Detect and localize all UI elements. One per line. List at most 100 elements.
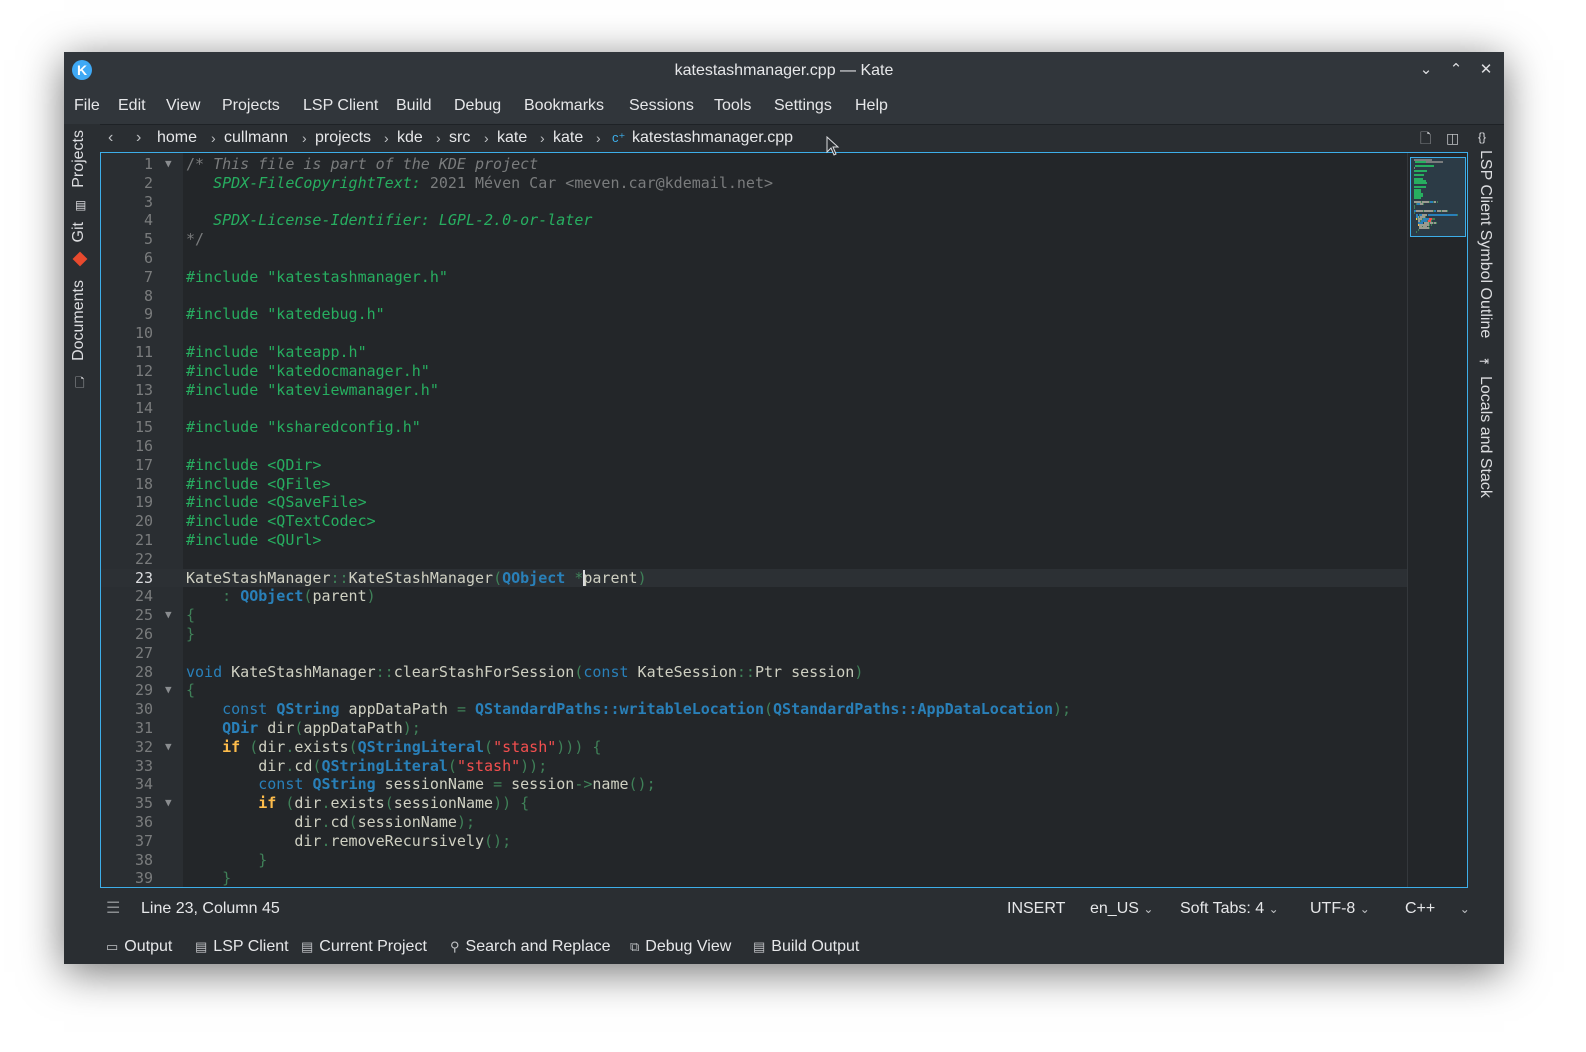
code-line[interactable]: 27 — [101, 644, 1407, 663]
code-line[interactable]: 32 ▼ if (dir.exists(QStringLiteral("stash… — [101, 738, 1407, 757]
code-line[interactable]: 20 #include <QTextCodec> — [101, 512, 1407, 531]
code-line[interactable]: 28 void KateStashManager::clearStashForSe… — [101, 663, 1407, 682]
code-token: This file is part of the KDE project — [213, 155, 539, 173]
code-line[interactable]: 6 — [101, 249, 1407, 268]
tab-projects[interactable]: Projects — [70, 130, 88, 188]
code-line[interactable]: 5 */ — [101, 230, 1407, 249]
close-icon[interactable]: ✕ — [1476, 60, 1496, 80]
code-line[interactable]: 26} — [101, 625, 1407, 644]
breadcrumb-cullmann[interactable]: cullmann — [224, 124, 288, 152]
menu-edit[interactable]: Edit — [118, 88, 146, 124]
menu-projects[interactable]: Projects — [222, 88, 280, 124]
code-line[interactable]: 8 — [101, 287, 1407, 306]
indentation-select[interactable]: Soft Tabs: 4 ⌄ — [1180, 892, 1279, 926]
menu-debug[interactable]: Debug — [454, 88, 501, 124]
menu-sessions[interactable]: Sessions — [629, 88, 694, 124]
breadcrumb-home[interactable]: home — [157, 124, 197, 152]
code-line[interactable]: 39 } — [101, 869, 1407, 887]
encoding-select[interactable]: UTF-8 ⌄ — [1310, 892, 1370, 926]
code-line[interactable]: 15 #include "ksharedconfig.h" — [101, 418, 1407, 437]
code-line[interactable]: 29 ▼ { — [101, 681, 1407, 700]
breadcrumb-projects[interactable]: projects — [315, 124, 371, 152]
fold-chevron-icon[interactable]: ▼ — [165, 681, 172, 700]
code-line[interactable]: 23 KateStashManager::KateStashManager(QOb… — [101, 568, 1407, 588]
code-line[interactable]: 17 #include <QDir> — [101, 456, 1407, 475]
tab-lsp-client[interactable]: ▤ LSP Client — [195, 930, 289, 964]
code-line[interactable]: 35 ▼ if (dir.exists(sessionName)) { — [101, 794, 1407, 813]
tab-locals-and-stack[interactable]: Locals and Stack — [1476, 376, 1494, 498]
fold-chevron-icon[interactable]: ▼ — [165, 155, 172, 174]
code-line[interactable]: 21 #include <QUrl> — [101, 531, 1407, 550]
code-line[interactable]: 9 #include "katedebug.h" — [101, 305, 1407, 324]
code-line[interactable]: 12 #include "katedocmanager.h" — [101, 362, 1407, 381]
menu-bookmarks[interactable]: Bookmarks — [524, 88, 604, 124]
code-text: } — [186, 625, 195, 644]
forward-icon[interactable]: › — [136, 124, 141, 152]
code-line[interactable]: 25 ▼ { — [101, 606, 1407, 625]
tab-build-output[interactable]: ▤ Build Output — [753, 930, 859, 964]
fold-chevron-icon[interactable]: ▼ — [165, 606, 172, 625]
breadcrumb-src[interactable]: src — [449, 124, 470, 152]
code-line[interactable]: 10 — [101, 324, 1407, 343]
code-line[interactable]: 14 — [101, 399, 1407, 418]
breadcrumb-kate[interactable]: kate — [497, 124, 527, 152]
split-view-icon[interactable]: ◫ — [1446, 124, 1459, 152]
menu-lsp-client[interactable]: LSP Client — [303, 88, 378, 124]
fold-chevron-icon[interactable]: ▼ — [165, 738, 172, 757]
menu-help[interactable]: Help — [855, 88, 888, 124]
cursor-position[interactable]: Line 23, Column 45 — [141, 892, 280, 926]
code-line[interactable]: 7 #include "katestashmanager.h" — [101, 268, 1407, 287]
code-line[interactable]: 13 #include "kateviewmanager.h" — [101, 381, 1407, 400]
code-line[interactable]: 36 dir.cd(sessionName); — [101, 813, 1407, 832]
kate-window: K katestashmanager.cpp — Kate ⌄ ⌃ ✕ File… — [64, 52, 1504, 964]
code-editor[interactable]: 1 ▼ /* This file is part of the KDE projec… — [100, 152, 1468, 888]
code-line[interactable]: 4 SPDX-License-Identifier: LGPL-2.0-or-l… — [101, 211, 1407, 230]
code-token: ( — [484, 737, 494, 756]
breadcrumb-kate-sub[interactable]: kate — [553, 124, 583, 152]
minimize-icon[interactable]: ⌄ — [1416, 60, 1436, 80]
code-line[interactable]: 30 const QString appDataPath = QStandard… — [101, 700, 1407, 719]
code-line[interactable]: 1 ▼ /* This file is part of the KDE projec… — [101, 155, 1407, 174]
minimap[interactable] — [1407, 153, 1467, 887]
new-tab-icon[interactable]: 🗋 — [1420, 124, 1431, 152]
maximize-icon[interactable]: ⌃ — [1446, 60, 1466, 80]
code-line[interactable]: 33 dir.cd(QStringLiteral("stash")); — [101, 757, 1407, 776]
dictionary-select[interactable]: en_US ⌄ — [1090, 892, 1153, 926]
menu-settings[interactable]: Settings — [774, 88, 832, 124]
menu-build[interactable]: Build — [396, 88, 432, 124]
tab-current-project[interactable]: ▤ Current Project — [301, 930, 427, 964]
code-line[interactable]: 31 QDir dir(appDataPath); — [101, 719, 1407, 738]
code-line[interactable]: 3 — [101, 193, 1407, 212]
code-line[interactable]: 2 SPDX-FileCopyrightText: 2021 Méven Car… — [101, 174, 1407, 193]
menu-view[interactable]: View — [166, 88, 200, 124]
fold-chevron-icon[interactable]: ▼ — [165, 794, 172, 813]
code-line[interactable]: 34 const QString sessionName = session->… — [101, 775, 1407, 794]
line-number: 27 — [134, 643, 153, 662]
input-mode[interactable]: INSERT — [1007, 892, 1065, 926]
code-line[interactable]: 24 : QObject(parent) — [101, 587, 1407, 606]
code-token: #include "katedocmanager.h" — [186, 361, 430, 380]
minimap-mark — [1436, 221, 1438, 224]
line-number: 33 — [134, 756, 153, 775]
code-line[interactable]: 38 } — [101, 851, 1407, 870]
code-text: dir.cd(QStringLiteral("stash")); — [186, 757, 547, 776]
minimap-mark — [1421, 227, 1429, 230]
code-line[interactable]: 11 #include "kateapp.h" — [101, 343, 1407, 362]
tab-lsp-symbol-outline[interactable]: LSP Client Symbol Outline — [1476, 150, 1494, 338]
tab-documents[interactable]: Documents — [70, 280, 88, 361]
code-line[interactable]: 18 #include <QFile> — [101, 475, 1407, 494]
breadcrumb-kde[interactable]: kde — [397, 124, 423, 152]
back-icon[interactable]: ‹ — [108, 124, 113, 152]
code-line[interactable]: 16 — [101, 437, 1407, 456]
code-line[interactable]: 19 #include <QSaveFile> — [101, 493, 1407, 512]
menu-file[interactable]: File — [74, 88, 100, 124]
syntax-select[interactable]: C++ ⌄ — [1405, 892, 1470, 926]
menu-tools[interactable]: Tools — [714, 88, 751, 124]
tab-output[interactable]: ▭ Output — [106, 930, 172, 964]
breadcrumb-file[interactable]: katestashmanager.cpp — [632, 124, 793, 152]
tab-git[interactable]: Git — [70, 222, 88, 242]
tab-debug-view[interactable]: ⧉ Debug View — [630, 930, 731, 964]
code-line[interactable]: 22 — [101, 550, 1407, 569]
tab-search-and-replace[interactable]: ⚲ Search and Replace — [450, 930, 611, 964]
code-line[interactable]: 37 dir.removeRecursively(); — [101, 832, 1407, 851]
